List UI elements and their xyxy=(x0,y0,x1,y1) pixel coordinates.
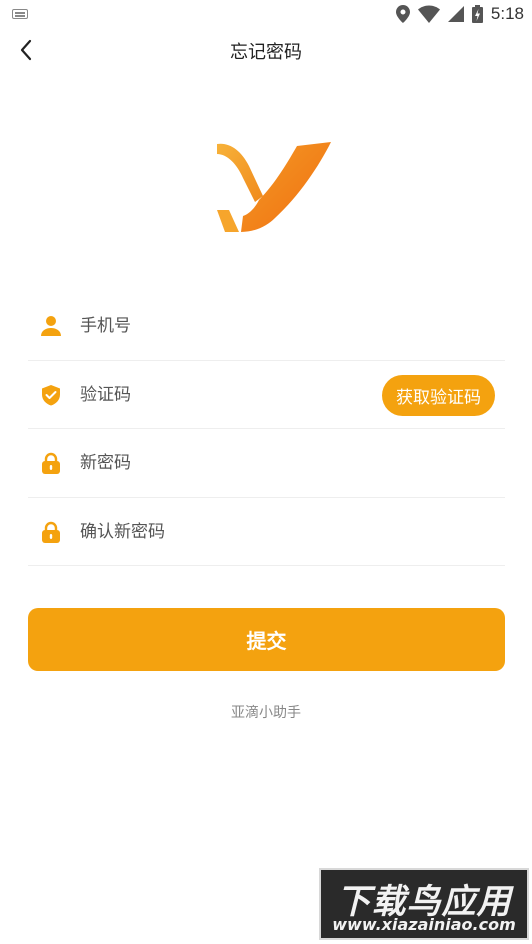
phone-input[interactable] xyxy=(80,312,380,340)
confirm-password-row xyxy=(28,498,505,566)
get-code-button[interactable]: 获取验证码 xyxy=(382,374,495,416)
app-logo xyxy=(217,142,331,232)
verification-code-input[interactable] xyxy=(80,380,330,409)
code-row: 获取验证码 xyxy=(28,361,505,429)
user-icon xyxy=(41,316,61,336)
app-bar: 忘记密码 xyxy=(0,28,532,72)
lock-icon xyxy=(42,452,60,474)
lock-icon xyxy=(42,521,60,543)
phone-row xyxy=(28,292,505,361)
battery-icon xyxy=(471,5,483,23)
submit-button[interactable]: 提交 xyxy=(28,608,505,671)
signal-icon xyxy=(447,6,464,22)
shield-check-icon xyxy=(42,384,60,405)
confirm-password-input[interactable] xyxy=(80,517,380,546)
wifi-icon xyxy=(417,5,440,23)
new-password-row xyxy=(28,429,505,498)
keyboard-icon xyxy=(12,9,28,19)
page-title: 忘记密码 xyxy=(230,42,302,63)
status-icons: 5:18 xyxy=(395,3,524,25)
watermark: 下载鸟应用 www.xiazainiao.com xyxy=(319,868,529,940)
reset-password-form: 获取验证码 xyxy=(28,292,505,566)
footer-app-name: 亚滴小助手 xyxy=(231,705,301,721)
watermark-url: www.xiazainiao.com xyxy=(332,915,516,934)
location-icon xyxy=(395,5,410,23)
new-password-input[interactable] xyxy=(80,449,380,477)
status-time: 5:18 xyxy=(490,4,524,23)
status-bar: 5:18 xyxy=(0,0,532,28)
